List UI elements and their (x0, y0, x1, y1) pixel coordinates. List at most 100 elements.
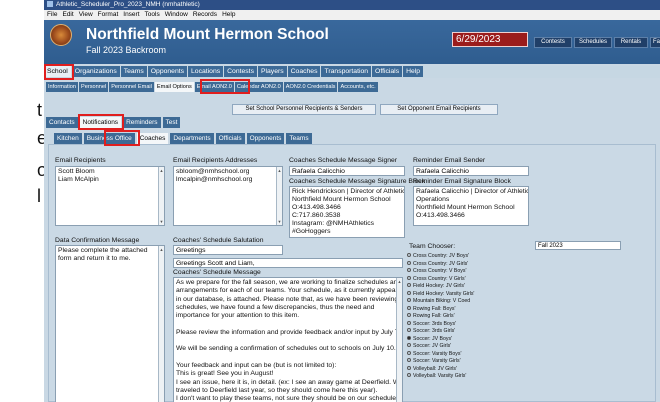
scroll-down-icon[interactable]: ▼ (159, 219, 164, 224)
team-option[interactable]: Cross Country: V Boys' (407, 268, 547, 276)
menu-insert[interactable]: Insert (123, 11, 139, 18)
radio-icon[interactable] (407, 260, 411, 265)
radio-icon[interactable] (407, 350, 411, 355)
team-option[interactable]: Volleyball: Varsity Girls' (407, 373, 547, 381)
team-option[interactable]: Mountain Biking: V Coed (407, 298, 547, 306)
schedules-button[interactable]: Schedules (574, 37, 612, 48)
scroll-down-icon[interactable]: ▼ (277, 219, 282, 224)
radio-icon[interactable] (407, 275, 411, 280)
team-option[interactable]: Soccer: JV Boys' (407, 335, 547, 344)
menu-edit[interactable]: Edit (62, 11, 73, 18)
radio-icon[interactable] (407, 298, 411, 302)
tab-school[interactable]: School (44, 66, 71, 77)
email-recipients-list[interactable]: Scott Bloom Liam McAlpin ▲ ▼ (55, 166, 165, 226)
radio-icon[interactable] (407, 283, 411, 287)
radio-icon[interactable] (407, 268, 411, 272)
scrollbar[interactable]: ▲ (158, 246, 164, 402)
tab-reminders[interactable]: Reminders (123, 117, 161, 128)
tab-players[interactable]: Players (257, 66, 287, 77)
tab-teams[interactable]: Teams (286, 133, 312, 144)
subtab-email-options[interactable]: Email Options (154, 82, 194, 92)
scroll-up-icon[interactable]: ▲ (397, 279, 402, 284)
tab-officials[interactable]: Officials (215, 133, 245, 144)
tab-business-office[interactable]: Business Office (83, 133, 135, 144)
menu-records[interactable]: Records (193, 11, 217, 18)
team-option[interactable]: Cross Country: JV Girls' (407, 260, 547, 269)
menu-file[interactable]: File (47, 11, 57, 18)
subtab-personnel-email[interactable]: Personnel Email (109, 82, 154, 92)
radio-icon[interactable] (407, 373, 411, 377)
menu-format[interactable]: Format (98, 11, 119, 18)
set-school-personnel-button[interactable]: Set School Personnel Recipients & Sender… (232, 104, 376, 115)
team-option[interactable]: Soccer: 3rds Girls' (407, 328, 547, 336)
tab-opponents[interactable]: Opponents (246, 133, 285, 144)
tab-teams[interactable]: Teams (120, 66, 147, 77)
subtab-calendar-aon2-0[interactable]: Calendar AON2.0 (234, 82, 283, 92)
team-option[interactable]: Rowing Fall: Girls' (407, 313, 547, 321)
tab-test[interactable]: Test (162, 117, 181, 128)
radio-icon[interactable] (407, 253, 411, 257)
schedule-message-field[interactable]: As we prepare for the fall season, we ar… (173, 277, 403, 402)
tab-transportation[interactable]: Transportation (321, 66, 372, 77)
contests-button[interactable]: Contests (534, 37, 572, 48)
tab-locations[interactable]: Locations (188, 66, 224, 77)
salutation-field[interactable]: Greetings (173, 245, 283, 255)
tab-notifications[interactable]: Notifications (79, 117, 122, 128)
scrollbar[interactable]: ▲ ▼ (276, 167, 282, 225)
team-option[interactable]: Volleyball: JV Girls' (407, 365, 547, 374)
tab-coaches[interactable]: Coaches (136, 133, 169, 144)
radio-icon[interactable] (407, 305, 411, 310)
menu-view[interactable]: View (79, 11, 93, 18)
subtab-accounts-etc[interactable]: Accounts, etc. (338, 82, 378, 92)
menu-help[interactable]: Help (222, 11, 235, 18)
facilities-button[interactable]: Facili (650, 37, 660, 48)
team-option[interactable]: Field Hockey: JV Girls' (407, 283, 547, 291)
scroll-up-icon[interactable]: ▲ (159, 247, 164, 252)
subtab-personnel[interactable]: Personnel (78, 82, 109, 92)
radio-icon[interactable] (407, 365, 411, 370)
tab-kitchen[interactable]: Kitchen (54, 133, 82, 144)
team-option[interactable]: Cross Country: V Girls' (407, 275, 547, 284)
reminder-signature-block[interactable]: Rafaela Calicchio | Director of Athletic… (413, 186, 529, 226)
menu-window[interactable]: Window (165, 11, 188, 18)
scrollbar[interactable]: ▲ ▼ (158, 167, 164, 225)
team-option[interactable]: Soccer: Varsity Boys' (407, 350, 547, 359)
scroll-up-icon[interactable]: ▲ (159, 168, 164, 173)
tab-help[interactable]: Help (403, 66, 424, 77)
radio-icon[interactable] (407, 313, 411, 317)
season-field[interactable]: Fall 2023 (535, 241, 621, 250)
subtab-email-aon2-0[interactable]: Email AON2.0 (194, 82, 234, 92)
radio-icon[interactable] (407, 320, 411, 325)
team-option[interactable]: Soccer: 3rds Boys' (407, 320, 547, 329)
team-option[interactable]: Cross Country: JV Boys' (407, 253, 547, 261)
tab-coaches[interactable]: Coaches (287, 66, 321, 77)
tab-organizations[interactable]: Organizations (71, 66, 120, 77)
data-confirmation-field[interactable]: Please complete the attached form and re… (55, 245, 165, 402)
radio-icon[interactable] (407, 358, 411, 362)
subtab-aon2-0-credentials[interactable]: AON2.0 Credentials (283, 82, 338, 92)
radio-icon[interactable] (407, 328, 411, 332)
menu-tools[interactable]: Tools (145, 11, 160, 18)
scrollbar[interactable]: ▲ (396, 278, 402, 402)
team-option[interactable]: Rowing Fall: Boys' (407, 305, 547, 314)
window-titlebar: Athletic_Scheduler_Pro_2023_NMH (nmhathl… (44, 0, 660, 10)
subtab-information[interactable]: Information (46, 82, 78, 92)
tab-opponents[interactable]: Opponents (147, 66, 188, 77)
signer-field[interactable]: Rafaela Calicchio (289, 166, 405, 176)
scroll-up-icon[interactable]: ▲ (277, 168, 282, 173)
set-opponent-email-button[interactable]: Set Opponent Email Recipients (380, 104, 498, 115)
tab-departments[interactable]: Departments (170, 133, 214, 144)
tab-officials[interactable]: Officials (372, 66, 403, 77)
tab-contacts[interactable]: Contacts (46, 117, 78, 128)
rentals-button[interactable]: Rentals (614, 37, 648, 48)
tab-contests[interactable]: Contests (224, 66, 257, 77)
radio-icon[interactable] (407, 343, 411, 347)
radio-icon[interactable] (407, 335, 411, 340)
signature-block[interactable]: Rick Hendrickson | Director of Athletics… (289, 186, 405, 238)
email-addresses-list[interactable]: sbloom@nmhschool.org lmcalpin@nmhschool.… (173, 166, 283, 226)
reminder-sender-field[interactable]: Rafaela Calicchio (413, 166, 529, 176)
team-option[interactable]: Field Hockey: Varsity Girls' (407, 290, 547, 299)
team-option[interactable]: Soccer: JV Girls' (407, 343, 547, 351)
team-option[interactable]: Soccer: Varsity Girls' (407, 358, 547, 366)
radio-icon[interactable] (407, 290, 411, 295)
